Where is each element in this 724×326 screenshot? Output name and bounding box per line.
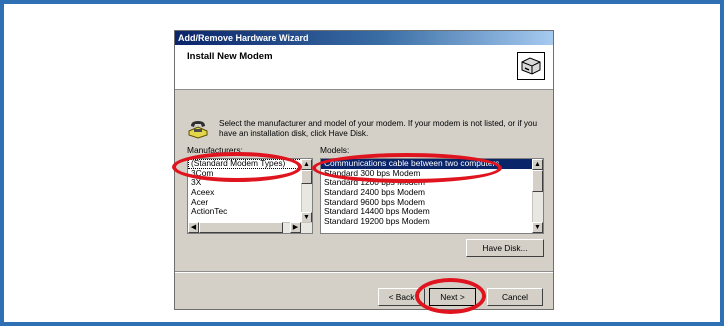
scroll-thumb[interactable]	[199, 222, 283, 233]
scroll-right-icon[interactable]: ▶	[290, 222, 301, 233]
scroll-thumb[interactable]	[532, 170, 543, 192]
next-button[interactable]: Next >	[429, 288, 476, 306]
models-label: Models:	[320, 145, 350, 155]
horizontal-scrollbar[interactable]: ◀ ▶	[188, 222, 312, 233]
have-disk-button[interactable]: Have Disk...	[466, 239, 544, 257]
manufacturers-list[interactable]: (Standard Modem Types) 3Com 3X Aceex Ace…	[187, 158, 313, 234]
vertical-scrollbar[interactable]: ▲ ▼	[532, 159, 543, 233]
wizard-header: Install New Modem	[175, 45, 553, 90]
scroll-up-icon[interactable]: ▲	[301, 159, 312, 170]
window-title: Add/Remove Hardware Wizard	[178, 33, 309, 43]
title-bar[interactable]: Add/Remove Hardware Wizard	[175, 31, 553, 45]
divider	[175, 271, 553, 273]
cancel-button[interactable]: Cancel	[487, 288, 543, 306]
list-item[interactable]: 3Com	[188, 168, 312, 179]
list-item[interactable]: Standard 19200 bps Modem	[321, 216, 543, 227]
telephone-modem-icon	[187, 117, 209, 139]
scroll-thumb[interactable]	[301, 170, 312, 184]
scroll-down-icon[interactable]: ▼	[532, 222, 543, 233]
models-list[interactable]: Communications cable between two compute…	[320, 158, 544, 234]
list-item[interactable]: ActionTec	[188, 207, 312, 217]
wizard-dialog: Add/Remove Hardware Wizard Install New M…	[174, 30, 554, 310]
scroll-left-icon[interactable]: ◀	[188, 222, 199, 233]
modem-hardware-icon	[517, 52, 545, 80]
manufacturers-label: Manufacturers:	[187, 145, 243, 155]
scroll-up-icon[interactable]: ▲	[532, 159, 543, 170]
vertical-scrollbar[interactable]: ▲ ▼	[301, 159, 312, 223]
header-title: Install New Modem	[187, 51, 273, 62]
bottom-rule	[0, 322, 724, 326]
back-button[interactable]: < Back	[378, 288, 425, 306]
instruction-text: Select the manufacturer and model of you…	[219, 119, 538, 138]
